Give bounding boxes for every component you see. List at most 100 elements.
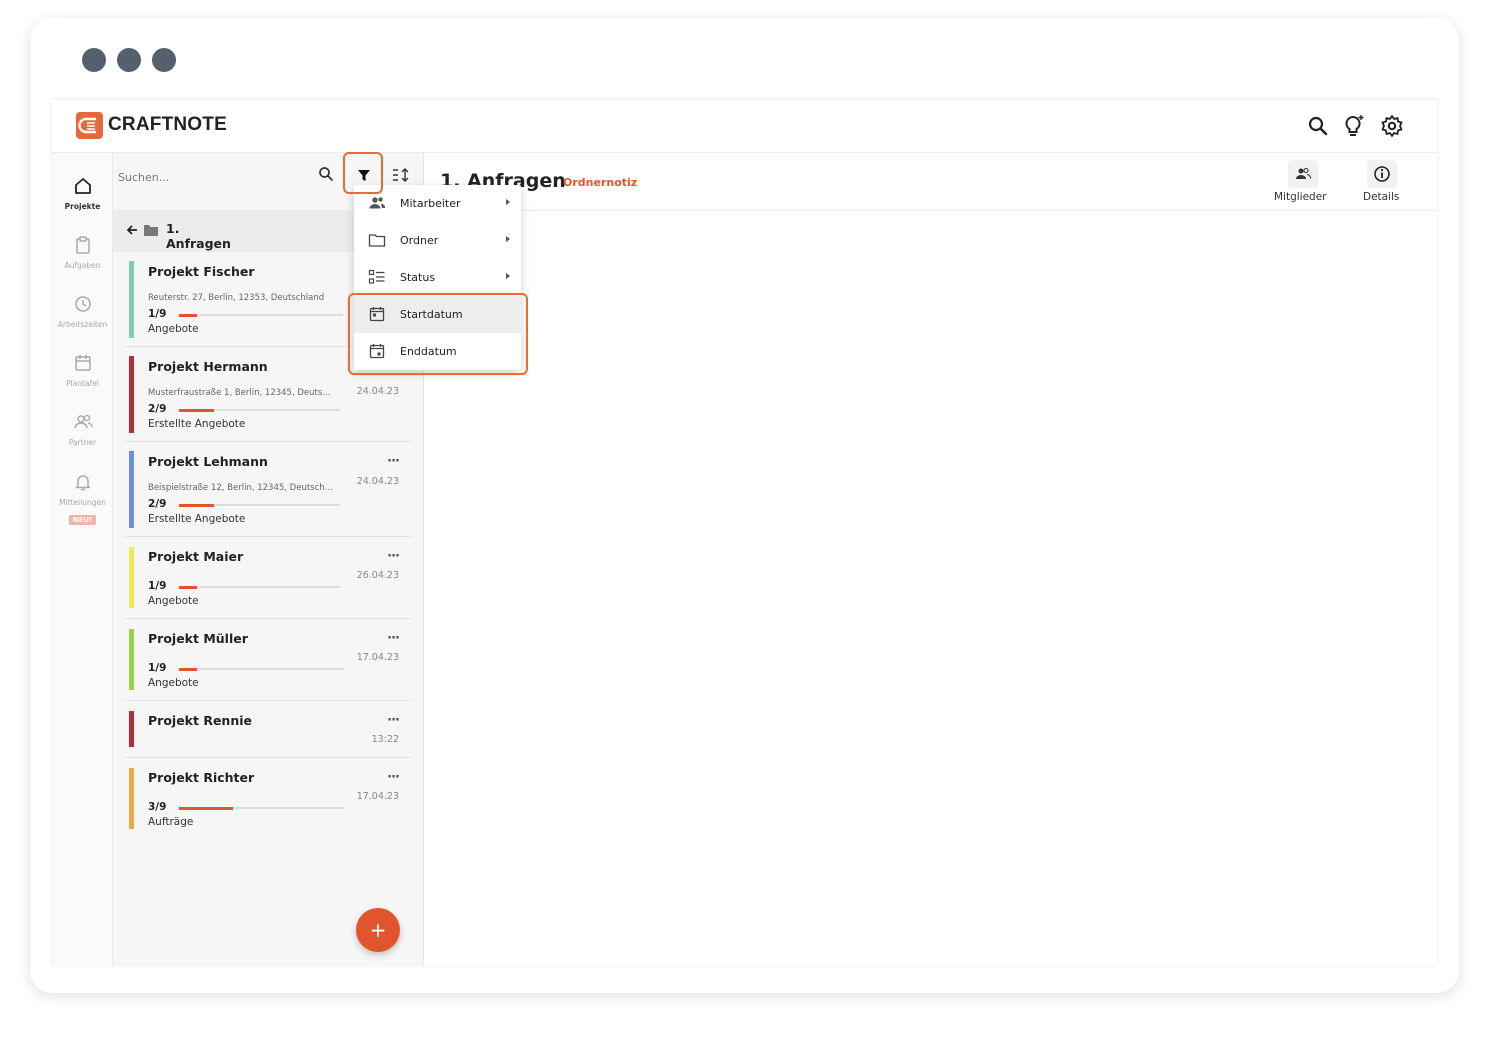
top-bar: CRAFTNOTE [52, 100, 1437, 153]
status-color-bar [129, 261, 134, 338]
app-window: CRAFTNOTE Projekte Aufgaben Arbeitszeite… [52, 100, 1437, 966]
project-progress-count: 1/9 [148, 308, 167, 320]
more-options-button[interactable]: ··· [387, 550, 400, 563]
back-arrow-icon[interactable] [125, 223, 139, 237]
nav-item-projekte[interactable]: Projekte [52, 175, 113, 211]
folder-icon [368, 234, 386, 247]
project-progress-count: 1/9 [148, 580, 167, 592]
clock-icon [74, 296, 91, 312]
nav-item-mitteilungen[interactable]: Mitteilungen NEU! [52, 471, 113, 526]
window-dot-minimize[interactable] [117, 48, 141, 72]
progress-fill [179, 503, 215, 507]
project-title: Projekt Müller [148, 631, 248, 646]
breadcrumb-label: 1. Anfragen [166, 221, 231, 251]
project-progress-count: 1/9 [148, 662, 167, 674]
status-color-bar [129, 768, 134, 829]
progress-track [179, 585, 340, 589]
filter-menu-item-status[interactable]: Status [354, 259, 521, 296]
project-card[interactable]: Projekt Müller ··· 17.04.23 1/9 Angebote [125, 619, 411, 701]
members-label: Mitglieder [1274, 191, 1327, 203]
nav-label: Partner [68, 438, 97, 447]
project-card[interactable]: Projekt Maier ··· 26.04.23 1/9 Angebote [125, 537, 411, 619]
details-label: Details [1363, 191, 1400, 203]
progress-fill [179, 806, 234, 810]
project-progress-count: 3/9 [148, 801, 167, 813]
status-color-bar [129, 356, 134, 433]
project-date: 24.04.23 [356, 386, 399, 397]
more-options-button[interactable]: ··· [387, 714, 400, 727]
filter-menu-item-ordner[interactable]: Ordner [354, 222, 521, 259]
folder-note-link[interactable]: Ordnernotiz [563, 176, 637, 189]
status-color-bar [129, 711, 134, 747]
members-button[interactable] [1288, 160, 1318, 188]
add-project-button[interactable]: + [356, 908, 400, 952]
nav-label: Projekte [64, 202, 101, 211]
progress-fill [179, 408, 215, 412]
project-card[interactable]: Projekt Rennie ··· 13:22 [125, 701, 411, 758]
progress-track [179, 313, 343, 317]
project-card[interactable]: Projekt Richter ··· 17.04.23 3/9 Aufträg… [125, 758, 411, 838]
nav-label: Aufgaben [64, 261, 101, 270]
details-button[interactable] [1367, 160, 1397, 188]
nav-label: Plantafel [66, 379, 99, 388]
progress-track [179, 503, 340, 507]
project-status: Angebote [148, 323, 199, 335]
project-date: 26.04.23 [356, 570, 399, 581]
project-title: Projekt Richter [148, 770, 255, 785]
project-title: Projekt Fischer [148, 264, 255, 279]
checklist-icon [368, 269, 385, 284]
progress-track [179, 408, 340, 412]
progress-fill [179, 313, 198, 317]
project-date: 17.04.23 [356, 652, 399, 663]
nav-item-arbeitszeiten[interactable]: Arbeitszeiten [52, 293, 113, 329]
clipboard-icon [75, 236, 90, 254]
menu-label: Status [400, 271, 436, 284]
nav-item-partner[interactable]: Partner [52, 411, 113, 447]
nav-item-aufgaben[interactable]: Aufgaben [52, 234, 113, 270]
project-title: Projekt Maier [148, 549, 244, 564]
more-options-button[interactable]: ··· [387, 455, 400, 468]
project-progress-count: 2/9 [148, 403, 167, 415]
search-icon[interactable] [317, 165, 335, 183]
window-dot-close[interactable] [82, 48, 106, 72]
chevron-right-icon [506, 273, 510, 279]
progress-fill [179, 585, 197, 589]
lightbulb-icon[interactable] [1341, 113, 1367, 139]
project-progress-count: 2/9 [148, 498, 167, 510]
home-icon [74, 178, 91, 194]
project-title: Projekt Hermann [148, 359, 268, 374]
search-icon[interactable] [1305, 113, 1331, 139]
chevron-right-icon [506, 199, 510, 205]
nav-label: Mitteilungen [59, 498, 106, 507]
search-input[interactable]: Suchen... [118, 171, 169, 184]
craftnote-logo-icon [76, 112, 103, 139]
side-nav: Projekte Aufgaben Arbeitszeiten Plantafe… [52, 153, 113, 966]
header-divider [424, 210, 1437, 211]
calendar-icon [74, 355, 91, 371]
menu-label: Ordner [400, 234, 439, 247]
project-title: Projekt Lehmann [148, 454, 268, 469]
project-status: Erstellte Angebote [148, 418, 246, 430]
project-title: Projekt Rennie [148, 713, 252, 728]
project-status: Erstellte Angebote [148, 513, 246, 525]
nav-item-plantafel[interactable]: Plantafel [52, 352, 113, 388]
more-options-button[interactable]: ··· [387, 771, 400, 784]
project-card[interactable]: Projekt Lehmann ··· 24.04.23 Beispielstr… [125, 442, 411, 537]
members-icon [1296, 167, 1312, 179]
status-color-bar [129, 547, 134, 608]
people-icon [73, 414, 93, 429]
date-options-highlight [348, 293, 528, 375]
progress-fill [179, 667, 198, 671]
project-date: 17.04.23 [356, 791, 399, 802]
window-dot-zoom[interactable] [152, 48, 176, 72]
project-date: 13:22 [371, 734, 399, 745]
project-address: Reuterstr. 27, Berlin, 12353, Deutschlan… [148, 293, 325, 303]
status-color-bar [129, 451, 134, 528]
sort-icon[interactable] [391, 166, 411, 184]
more-options-button[interactable]: ··· [387, 632, 400, 645]
nav-label: Arbeitszeiten [57, 320, 108, 329]
chevron-right-icon [506, 236, 510, 242]
project-address: Beispielstraße 12, Berlin, 12345, Deutsc… [148, 483, 333, 493]
gear-icon[interactable] [1379, 113, 1405, 139]
new-badge: NEU! [68, 515, 97, 525]
